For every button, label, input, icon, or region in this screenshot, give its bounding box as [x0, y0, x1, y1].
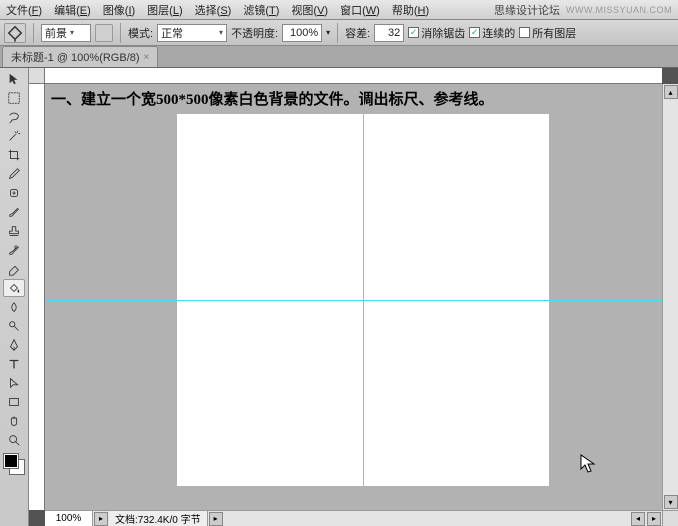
tolerance-field[interactable]: 32 — [374, 24, 404, 42]
active-tool-icon[interactable] — [4, 23, 26, 43]
fill-dropdown[interactable]: 前景▾ — [41, 24, 91, 42]
opacity-field[interactable]: 100% — [282, 24, 322, 42]
tool-move[interactable] — [3, 70, 25, 88]
menu-filter[interactable]: 滤镜(T) — [243, 2, 279, 18]
scroll-right-icon[interactable]: ▸ — [647, 512, 661, 526]
main-area: 一、建立一个宽500*500像素白色背景的文件。调出标尺、参考线。 ▴ ▾ 10… — [0, 68, 678, 526]
document-tab[interactable]: 未标题-1 @ 100%(RGB/8) × — [2, 46, 158, 67]
tool-brush[interactable] — [3, 203, 25, 221]
tool-eraser[interactable] — [3, 260, 25, 278]
workspace: 一、建立一个宽500*500像素白色背景的文件。调出标尺、参考线。 ▴ ▾ 10… — [29, 68, 678, 526]
opacity-arrow-icon[interactable]: ▾ — [326, 28, 330, 37]
tool-dodge[interactable] — [3, 317, 25, 335]
tool-shape[interactable] — [3, 393, 25, 411]
antialias-checkbox[interactable]: ✓消除锯齿 — [408, 25, 465, 41]
tool-lasso[interactable] — [3, 108, 25, 126]
scroll-left-icon[interactable]: ◂ — [631, 512, 645, 526]
guide-horizontal[interactable] — [45, 300, 662, 301]
zoom-arrow-icon[interactable]: ▸ — [94, 512, 108, 526]
scrollbar-corner — [662, 510, 678, 526]
brand-text: 思缘设计论坛 — [494, 2, 560, 18]
tool-crop[interactable] — [3, 146, 25, 164]
mode-label: 模式: — [128, 25, 153, 41]
tool-palette — [0, 68, 29, 526]
options-bar: 前景▾ 模式: 正常▾ 不透明度: 100% ▾ 容差: 32 ✓消除锯齿 ✓连… — [0, 20, 678, 46]
menu-layer[interactable]: 图层(L) — [147, 2, 182, 18]
cursor-icon — [580, 454, 596, 479]
brand-url: WWW.MISSYUAN.COM — [566, 5, 672, 15]
menu-window[interactable]: 窗口(W) — [340, 2, 380, 18]
tool-healing[interactable] — [3, 184, 25, 202]
menu-file[interactable]: 文件(F) — [6, 2, 42, 18]
pattern-swatch[interactable] — [95, 24, 113, 42]
canvas-viewport[interactable]: 一、建立一个宽500*500像素白色背景的文件。调出标尺、参考线。 — [45, 84, 662, 510]
tutorial-annotation: 一、建立一个宽500*500像素白色背景的文件。调出标尺、参考线。 — [51, 88, 494, 109]
doc-info[interactable]: 文档:732.4K/0 字节 — [109, 511, 208, 526]
menu-image[interactable]: 图像(I) — [103, 2, 135, 18]
scroll-down-icon[interactable]: ▾ — [664, 495, 678, 509]
mode-dropdown[interactable]: 正常▾ — [157, 24, 227, 42]
menu-select[interactable]: 选择(S) — [195, 2, 232, 18]
tool-bucket[interactable] — [3, 279, 25, 297]
status-bar: 100% ▸ 文档:732.4K/0 字节 ▸ ◂ ▸ — [45, 510, 662, 526]
tool-pen[interactable] — [3, 336, 25, 354]
opacity-label: 不透明度: — [231, 25, 278, 41]
tool-zoom[interactable] — [3, 431, 25, 449]
tool-eyedropper[interactable] — [3, 165, 25, 183]
color-swatch[interactable] — [4, 454, 24, 474]
scrollbar-vertical[interactable]: ▴ ▾ — [662, 84, 678, 510]
ruler-origin[interactable] — [29, 68, 45, 84]
tool-hand[interactable] — [3, 412, 25, 430]
tool-blur[interactable] — [3, 298, 25, 316]
zoom-field[interactable]: 100% — [45, 511, 93, 526]
tool-history-brush[interactable] — [3, 241, 25, 259]
tab-title: 未标题-1 @ 100%(RGB/8) — [11, 49, 140, 65]
tool-marquee[interactable] — [3, 89, 25, 107]
menu-help[interactable]: 帮助(H) — [392, 2, 429, 18]
menu-edit[interactable]: 编辑(E) — [54, 2, 91, 18]
menu-view[interactable]: 视图(V) — [291, 2, 328, 18]
ruler-vertical[interactable] — [29, 84, 45, 510]
tool-path-select[interactable] — [3, 374, 25, 392]
fg-color[interactable] — [4, 454, 18, 468]
scroll-up-icon[interactable]: ▴ — [664, 85, 678, 99]
menu-bar: 文件(F) 编辑(E) 图像(I) 图层(L) 选择(S) 滤镜(T) 视图(V… — [0, 0, 678, 20]
contiguous-checkbox[interactable]: ✓连续的 — [469, 25, 515, 41]
ruler-horizontal[interactable] — [45, 68, 662, 84]
all-layers-checkbox[interactable]: 所有图层 — [519, 25, 576, 41]
fill-label: 前景 — [45, 25, 67, 41]
docinfo-arrow-icon[interactable]: ▸ — [209, 512, 223, 526]
tool-stamp[interactable] — [3, 222, 25, 240]
tool-wand[interactable] — [3, 127, 25, 145]
mode-value: 正常 — [161, 25, 183, 41]
document-tab-bar: 未标题-1 @ 100%(RGB/8) × — [0, 46, 678, 68]
close-icon[interactable]: × — [144, 52, 150, 63]
guide-vertical[interactable] — [363, 84, 364, 510]
tolerance-label: 容差: — [345, 25, 370, 41]
tool-text[interactable] — [3, 355, 25, 373]
